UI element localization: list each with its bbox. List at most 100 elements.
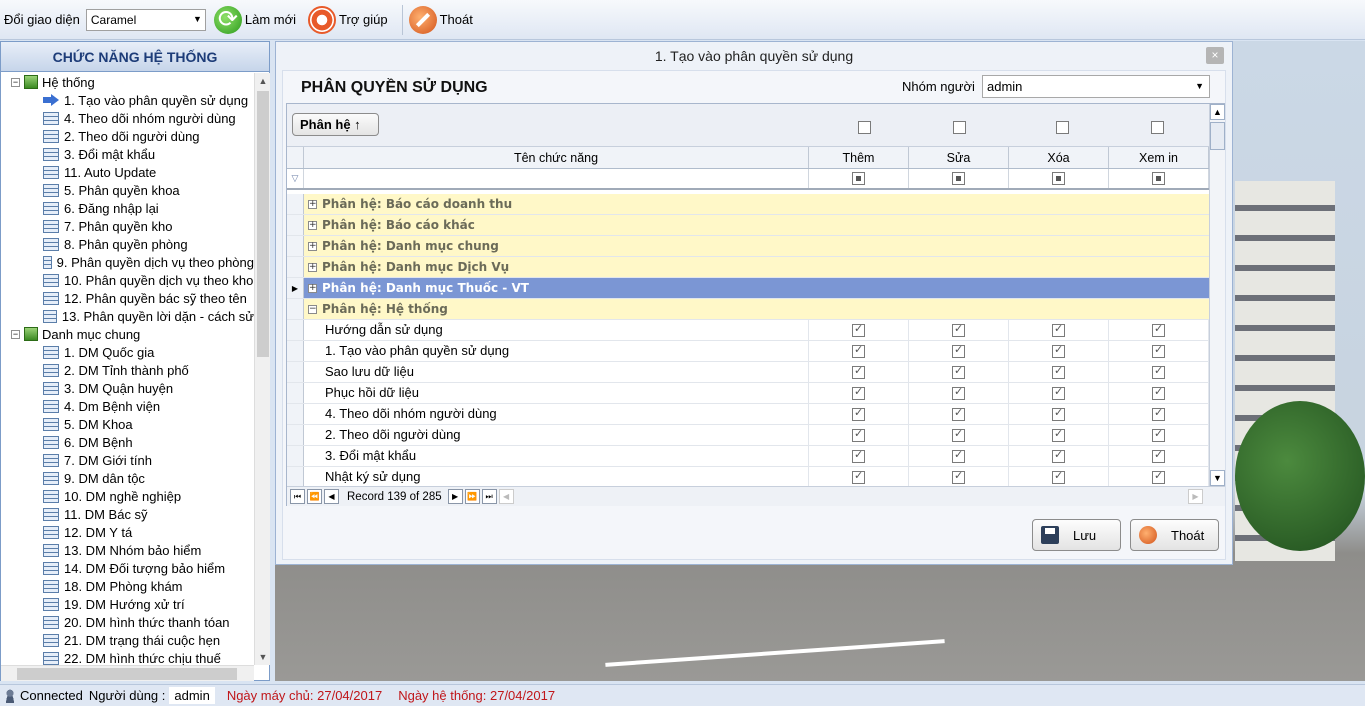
permission-checkbox[interactable] xyxy=(1052,343,1065,358)
scroll-down-icon[interactable]: ▼ xyxy=(255,649,271,665)
filter-print[interactable] xyxy=(1109,169,1209,188)
tree-item[interactable]: 13. Phân quyền lời dặn - cách sử xyxy=(1,307,254,325)
column-header-name[interactable]: Tên chức năng xyxy=(304,147,809,168)
group-row[interactable]: − Phân hệ: Hệ thống xyxy=(287,299,1209,320)
save-button[interactable]: Lưu xyxy=(1032,519,1121,551)
tree-item[interactable]: 21. DM trạng thái cuộc hẹn xyxy=(1,631,254,649)
permission-checkbox[interactable] xyxy=(1052,385,1065,400)
tree-item[interactable]: 6. DM Bệnh xyxy=(1,433,254,451)
collapse-icon[interactable]: − xyxy=(11,329,20,339)
tree-item[interactable]: 3. Đổi mật khẩu xyxy=(1,145,254,163)
permission-checkbox[interactable] xyxy=(952,448,965,463)
scroll-right-icon[interactable]: ▶ xyxy=(1188,489,1203,504)
scroll-up-icon[interactable]: ▲ xyxy=(255,73,271,89)
column-header-print[interactable]: Xem in xyxy=(1109,147,1209,168)
permission-checkbox[interactable] xyxy=(952,469,965,484)
filter-delete[interactable] xyxy=(1009,169,1109,188)
group-row[interactable]: + Phân hệ: Danh mục chung xyxy=(287,236,1209,257)
tree-item[interactable]: 4. Theo dõi nhóm người dùng xyxy=(1,109,254,127)
tree-item[interactable]: 9. DM dân tộc xyxy=(1,469,254,487)
grid-vertical-scrollbar[interactable]: ▲ ▼ xyxy=(1209,104,1225,486)
permission-checkbox[interactable] xyxy=(852,322,865,337)
filter-checkbox[interactable] xyxy=(1052,172,1065,185)
prev-record-icon[interactable]: ◀ xyxy=(324,489,339,504)
table-row[interactable]: 1. Tạo vào phân quyền sử dụng xyxy=(287,341,1209,362)
scroll-thumb[interactable] xyxy=(17,668,237,680)
filter-name-input[interactable] xyxy=(304,169,809,188)
tree-item[interactable]: 2. DM Tỉnh thành phố xyxy=(1,361,254,379)
permission-checkbox[interactable] xyxy=(1152,385,1165,400)
permission-checkbox[interactable] xyxy=(1152,322,1165,337)
filter-add[interactable] xyxy=(809,169,909,188)
filter-edit[interactable] xyxy=(909,169,1009,188)
refresh-button[interactable]: Làm mới xyxy=(212,3,298,37)
permission-checkbox[interactable] xyxy=(1152,469,1165,484)
tree-item[interactable]: 7. DM Giới tính xyxy=(1,451,254,469)
exit-dialog-button[interactable]: Thoát xyxy=(1130,519,1219,551)
tree-item[interactable]: 5. DM Khoa xyxy=(1,415,254,433)
permission-checkbox[interactable] xyxy=(852,343,865,358)
permission-checkbox[interactable] xyxy=(1052,406,1065,421)
tree-group[interactable]: − Danh mục chung xyxy=(1,325,254,343)
expand-icon[interactable]: + xyxy=(308,199,317,209)
permission-checkbox[interactable] xyxy=(1152,343,1165,358)
theme-select[interactable]: Caramel ▼ xyxy=(85,8,206,31)
tree-group[interactable]: − Hệ thống xyxy=(1,73,254,91)
close-icon[interactable]: × xyxy=(1206,47,1224,64)
filter-checkbox[interactable] xyxy=(852,172,865,185)
next-record-icon[interactable]: ▶ xyxy=(447,489,463,504)
scroll-up-icon[interactable]: ▲ xyxy=(1210,104,1225,120)
permission-checkbox[interactable] xyxy=(852,469,865,484)
collapse-icon[interactable]: − xyxy=(308,304,317,314)
group-row[interactable]: + Phân hệ: Báo cáo doanh thu xyxy=(287,194,1209,215)
table-row[interactable]: Nhật ký sử dụng xyxy=(287,467,1209,486)
scroll-thumb[interactable] xyxy=(1210,122,1225,150)
permission-checkbox[interactable] xyxy=(1052,448,1065,463)
tree-item[interactable]: 22. DM hình thức chịu thuế xyxy=(1,649,254,665)
next-page-icon[interactable]: ⏩ xyxy=(464,489,480,504)
check-all-add[interactable] xyxy=(858,121,871,134)
tree-item[interactable]: 11. Auto Update xyxy=(1,163,254,181)
permission-checkbox[interactable] xyxy=(1052,427,1065,442)
permission-checkbox[interactable] xyxy=(852,406,865,421)
permission-checkbox[interactable] xyxy=(1152,364,1165,379)
scroll-thumb[interactable] xyxy=(257,91,269,357)
tree-item[interactable]: 6. Đăng nhập lại xyxy=(1,199,254,217)
tree-item[interactable]: 4. Dm Bệnh viện xyxy=(1,397,254,415)
permission-checkbox[interactable] xyxy=(1052,322,1065,337)
permission-checkbox[interactable] xyxy=(952,343,965,358)
permission-checkbox[interactable] xyxy=(1052,364,1065,379)
tree-item[interactable]: 10. Phân quyền dịch vụ theo kho xyxy=(1,271,254,289)
permission-checkbox[interactable] xyxy=(1152,406,1165,421)
permission-checkbox[interactable] xyxy=(1152,427,1165,442)
exit-button[interactable]: Thoát xyxy=(407,3,475,37)
permission-checkbox[interactable] xyxy=(952,406,965,421)
tree-item[interactable]: 13. DM Nhóm bảo hiểm xyxy=(1,541,254,559)
permission-checkbox[interactable] xyxy=(952,322,965,337)
table-row[interactable]: 2. Theo dõi người dùng xyxy=(287,425,1209,446)
tree-item[interactable]: 14. DM Đối tượng bảo hiểm xyxy=(1,559,254,577)
tree-item[interactable]: 1. Tạo vào phân quyền sử dụng xyxy=(1,91,254,109)
group-row[interactable]: ▶ + Phân hệ: Danh mục Thuốc - VT xyxy=(287,278,1209,299)
permission-checkbox[interactable] xyxy=(952,385,965,400)
permission-checkbox[interactable] xyxy=(1152,448,1165,463)
prev-page-icon[interactable]: ⏪ xyxy=(307,489,322,504)
table-row[interactable]: Hướng dẫn sử dụng xyxy=(287,320,1209,341)
tree-item[interactable]: 7. Phân quyền kho xyxy=(1,217,254,235)
group-by-module-button[interactable]: Phân hệ ↑ xyxy=(292,113,379,136)
group-row[interactable]: + Phân hệ: Danh mục Dịch Vụ xyxy=(287,257,1209,278)
check-all-print[interactable] xyxy=(1151,121,1164,134)
expand-icon[interactable]: + xyxy=(308,220,317,230)
table-row[interactable]: Sao lưu dữ liệu xyxy=(287,362,1209,383)
expand-icon[interactable]: + xyxy=(308,241,317,251)
user-group-select[interactable]: admin ▼ xyxy=(982,75,1210,98)
collapse-icon[interactable]: − xyxy=(11,77,20,87)
tree-item[interactable]: 2. Theo dõi người dùng xyxy=(1,127,254,145)
sidebar-horizontal-scrollbar[interactable] xyxy=(1,665,254,681)
tree-item[interactable]: 8. Phân quyền phòng xyxy=(1,235,254,253)
tree-item[interactable]: 18. DM Phòng khám xyxy=(1,577,254,595)
last-record-icon[interactable]: ⏭ xyxy=(481,489,497,504)
scroll-down-icon[interactable]: ▼ xyxy=(1210,470,1225,486)
tree-item[interactable]: 11. DM Bác sỹ xyxy=(1,505,254,523)
permission-checkbox[interactable] xyxy=(952,427,965,442)
